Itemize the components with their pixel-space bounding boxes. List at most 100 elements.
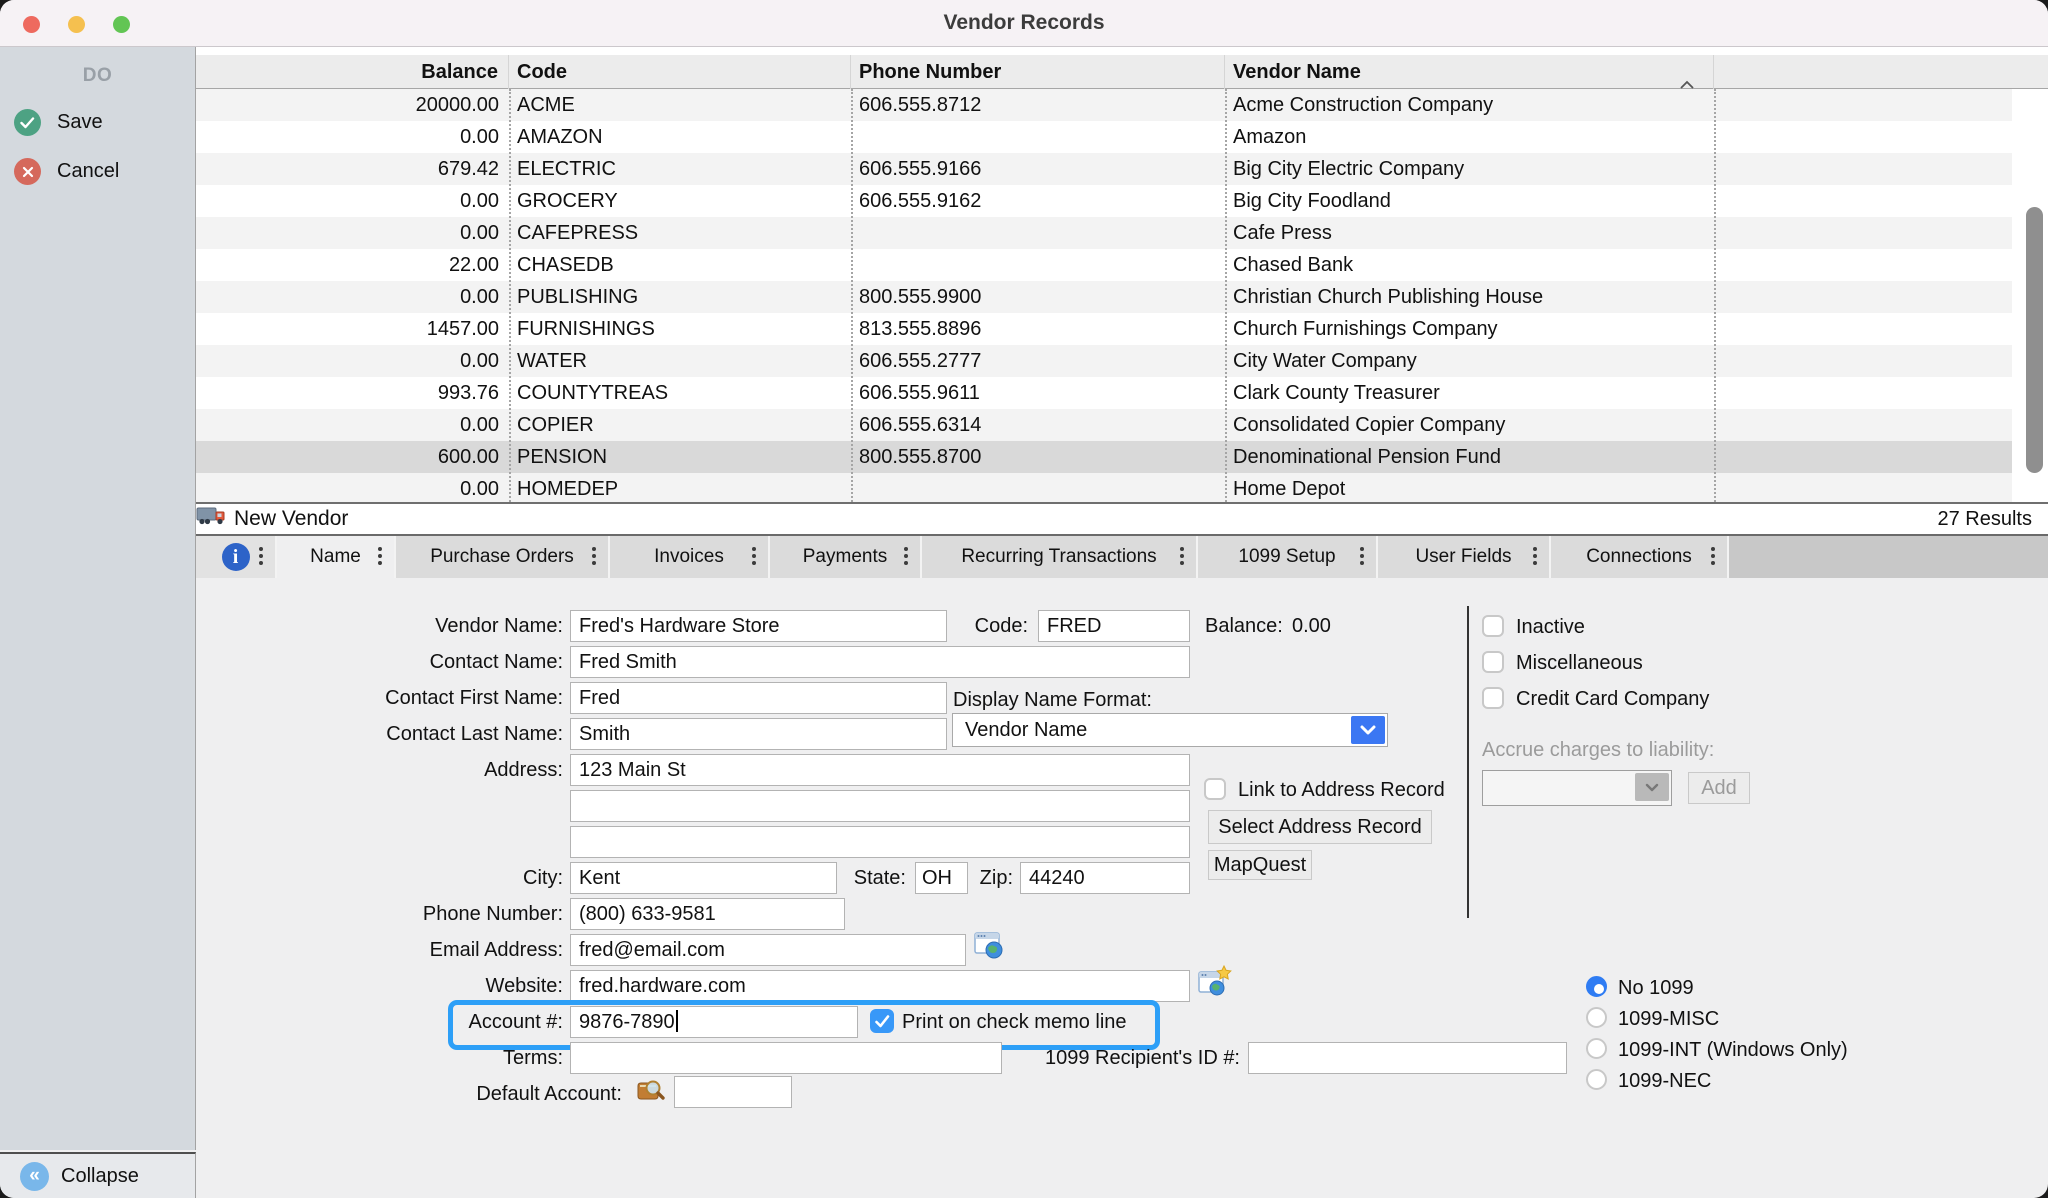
tab-connections[interactable]: Connections <box>1551 536 1729 578</box>
cell-vendor-name: Denominational Pension Fund <box>1225 441 1714 473</box>
column-header-vendor-name[interactable]: Vendor Name <box>1225 55 1714 89</box>
table-row[interactable]: 0.00 WATER 606.555.2777 City Water Compa… <box>196 345 2048 377</box>
tab-payments[interactable]: Payments <box>770 536 922 578</box>
recipient-id-input[interactable] <box>1248 1042 1567 1074</box>
tab-menu-dots-icon[interactable] <box>592 547 596 565</box>
table-row[interactable]: 0.00 PUBLISHING 800.555.9900 Christian C… <box>196 281 2048 313</box>
address-line1-input[interactable] <box>570 754 1190 786</box>
table-row[interactable]: 0.00 COPIER 606.555.6314 Consolidated Co… <box>196 409 2048 441</box>
table-row[interactable]: 20000.00 ACME 606.555.8712 Acme Construc… <box>196 89 2048 121</box>
tab-label: Payments <box>803 546 887 568</box>
scrollbar-thumb[interactable] <box>2026 207 2043 473</box>
website-label: Website: <box>300 970 563 1002</box>
select-address-record-button[interactable]: Select Address Record <box>1208 810 1432 844</box>
tab-recurring-transactions[interactable]: Recurring Transactions <box>922 536 1198 578</box>
website-input[interactable] <box>570 970 1190 1002</box>
table-row[interactable]: 0.00 HOMEDEP Home Depot <box>196 473 2048 502</box>
table-row[interactable]: 0.00 GROCERY 606.555.9162 Big City Foodl… <box>196 185 2048 217</box>
vendor-name-input[interactable] <box>570 610 947 642</box>
code-input[interactable] <box>1038 610 1190 642</box>
close-window-icon[interactable] <box>23 16 40 33</box>
table-row[interactable]: 0.00 AMAZON Amazon <box>196 121 2048 153</box>
tab-invoices[interactable]: Invoices <box>610 536 770 578</box>
email-browser-icon[interactable] <box>974 930 1004 965</box>
tab-info[interactable]: i <box>196 536 277 578</box>
address-line3-input[interactable] <box>570 826 1190 858</box>
column-header-balance[interactable]: Balance <box>196 55 509 89</box>
tab-menu-dots-icon[interactable] <box>1360 547 1364 565</box>
table-row[interactable]: 0.00 CAFEPRESS Cafe Press <box>196 217 2048 249</box>
tab-purchase-orders[interactable]: Purchase Orders <box>396 536 610 578</box>
cancel-button[interactable]: Cancel <box>14 158 195 185</box>
credit-card-company-checkbox[interactable] <box>1482 687 1504 709</box>
cell-empty <box>1714 441 2048 473</box>
collapse-button[interactable]: « Collapse <box>0 1152 196 1198</box>
zip-input[interactable] <box>1020 862 1190 894</box>
inactive-label: Inactive <box>1516 615 1585 639</box>
address-line2-input[interactable] <box>570 790 1190 822</box>
table-row[interactable]: 993.76 COUNTYTREAS 606.555.9611 Clark Co… <box>196 377 2048 409</box>
website-add-icon[interactable] <box>1198 964 1232 1003</box>
miscellaneous-checkbox[interactable] <box>1482 651 1504 673</box>
email-address-input[interactable] <box>570 934 966 966</box>
radio-1099-misc[interactable] <box>1586 1007 1607 1028</box>
radio-no-1099[interactable] <box>1586 976 1607 997</box>
radio-no-1099-label: No 1099 <box>1618 976 1694 1000</box>
cell-balance: 0.00 <box>196 185 509 217</box>
link-address-checkbox[interactable] <box>1204 778 1226 800</box>
save-label: Save <box>57 111 103 134</box>
tab-user-fields[interactable]: User Fields <box>1378 536 1551 578</box>
mapquest-button[interactable]: MapQuest <box>1208 850 1312 880</box>
tab-menu-dots-icon[interactable] <box>1711 547 1715 565</box>
phone-number-input[interactable] <box>570 898 845 930</box>
cell-empty <box>1714 345 2048 377</box>
collapse-label: Collapse <box>61 1165 139 1188</box>
cell-code: FURNISHINGS <box>509 313 851 345</box>
table-row[interactable]: 1457.00 FURNISHINGS 813.555.8896 Church … <box>196 313 2048 345</box>
cell-vendor-name: City Water Company <box>1225 345 1714 377</box>
cell-empty <box>1714 409 2048 441</box>
add-liability-button[interactable]: Add <box>1688 772 1750 804</box>
minimize-window-icon[interactable] <box>68 16 85 33</box>
print-memo-checkbox[interactable] <box>870 1009 894 1033</box>
tab-menu-dots-icon[interactable] <box>752 547 756 565</box>
tab-menu-dots-icon[interactable] <box>1533 547 1537 565</box>
cell-vendor-name: Consolidated Copier Company <box>1225 409 1714 441</box>
radio-1099-nec[interactable] <box>1586 1069 1607 1090</box>
save-button[interactable]: Save <box>14 109 195 136</box>
city-input[interactable] <box>570 862 837 894</box>
tab-menu-dots-icon[interactable] <box>378 547 382 565</box>
tab-label: Recurring Transactions <box>961 546 1156 568</box>
terms-input[interactable] <box>570 1042 1002 1074</box>
cell-code: CHASEDB <box>509 249 851 281</box>
tab-menu-dots-icon[interactable] <box>259 547 263 565</box>
table-row[interactable]: 600.00 PENSION 800.555.8700 Denomination… <box>196 441 2048 473</box>
chevron-down-icon[interactable] <box>1351 716 1385 744</box>
cell-phone <box>851 249 1225 281</box>
inactive-checkbox[interactable] <box>1482 615 1504 637</box>
radio-1099-int[interactable] <box>1586 1038 1607 1059</box>
tab-1099-setup[interactable]: 1099 Setup <box>1198 536 1378 578</box>
accrue-liability-select[interactable] <box>1482 770 1672 806</box>
default-account-input[interactable] <box>674 1076 792 1108</box>
contact-first-name-input[interactable] <box>570 682 947 714</box>
column-header-phone[interactable]: Phone Number <box>851 55 1225 89</box>
account-lookup-icon[interactable] <box>634 1076 668 1111</box>
column-header-code[interactable]: Code <box>509 55 851 89</box>
account-number-input[interactable]: 9876-7890 <box>570 1006 858 1038</box>
contact-last-name-input[interactable] <box>570 718 947 750</box>
tab-label: Invoices <box>654 546 724 568</box>
display-name-format-select[interactable]: Vendor Name <box>952 713 1388 747</box>
zoom-window-icon[interactable] <box>113 16 130 33</box>
tab-name[interactable]: Name <box>277 536 396 578</box>
scrollbar-track[interactable] <box>2012 89 2048 502</box>
city-label: City: <box>300 862 563 894</box>
tab-menu-dots-icon[interactable] <box>904 547 908 565</box>
cell-phone: 606.555.9611 <box>851 377 1225 409</box>
tab-menu-dots-icon[interactable] <box>1180 547 1184 565</box>
contact-name-input[interactable] <box>570 646 1190 678</box>
info-icon: i <box>222 543 250 571</box>
table-row[interactable]: 679.42 ELECTRIC 606.555.9166 Big City El… <box>196 153 2048 185</box>
new-vendor-form: Vendor Name: Code: Balance: 0.00 Contact… <box>0 578 2048 1152</box>
table-row[interactable]: 22.00 CHASEDB Chased Bank <box>196 249 2048 281</box>
